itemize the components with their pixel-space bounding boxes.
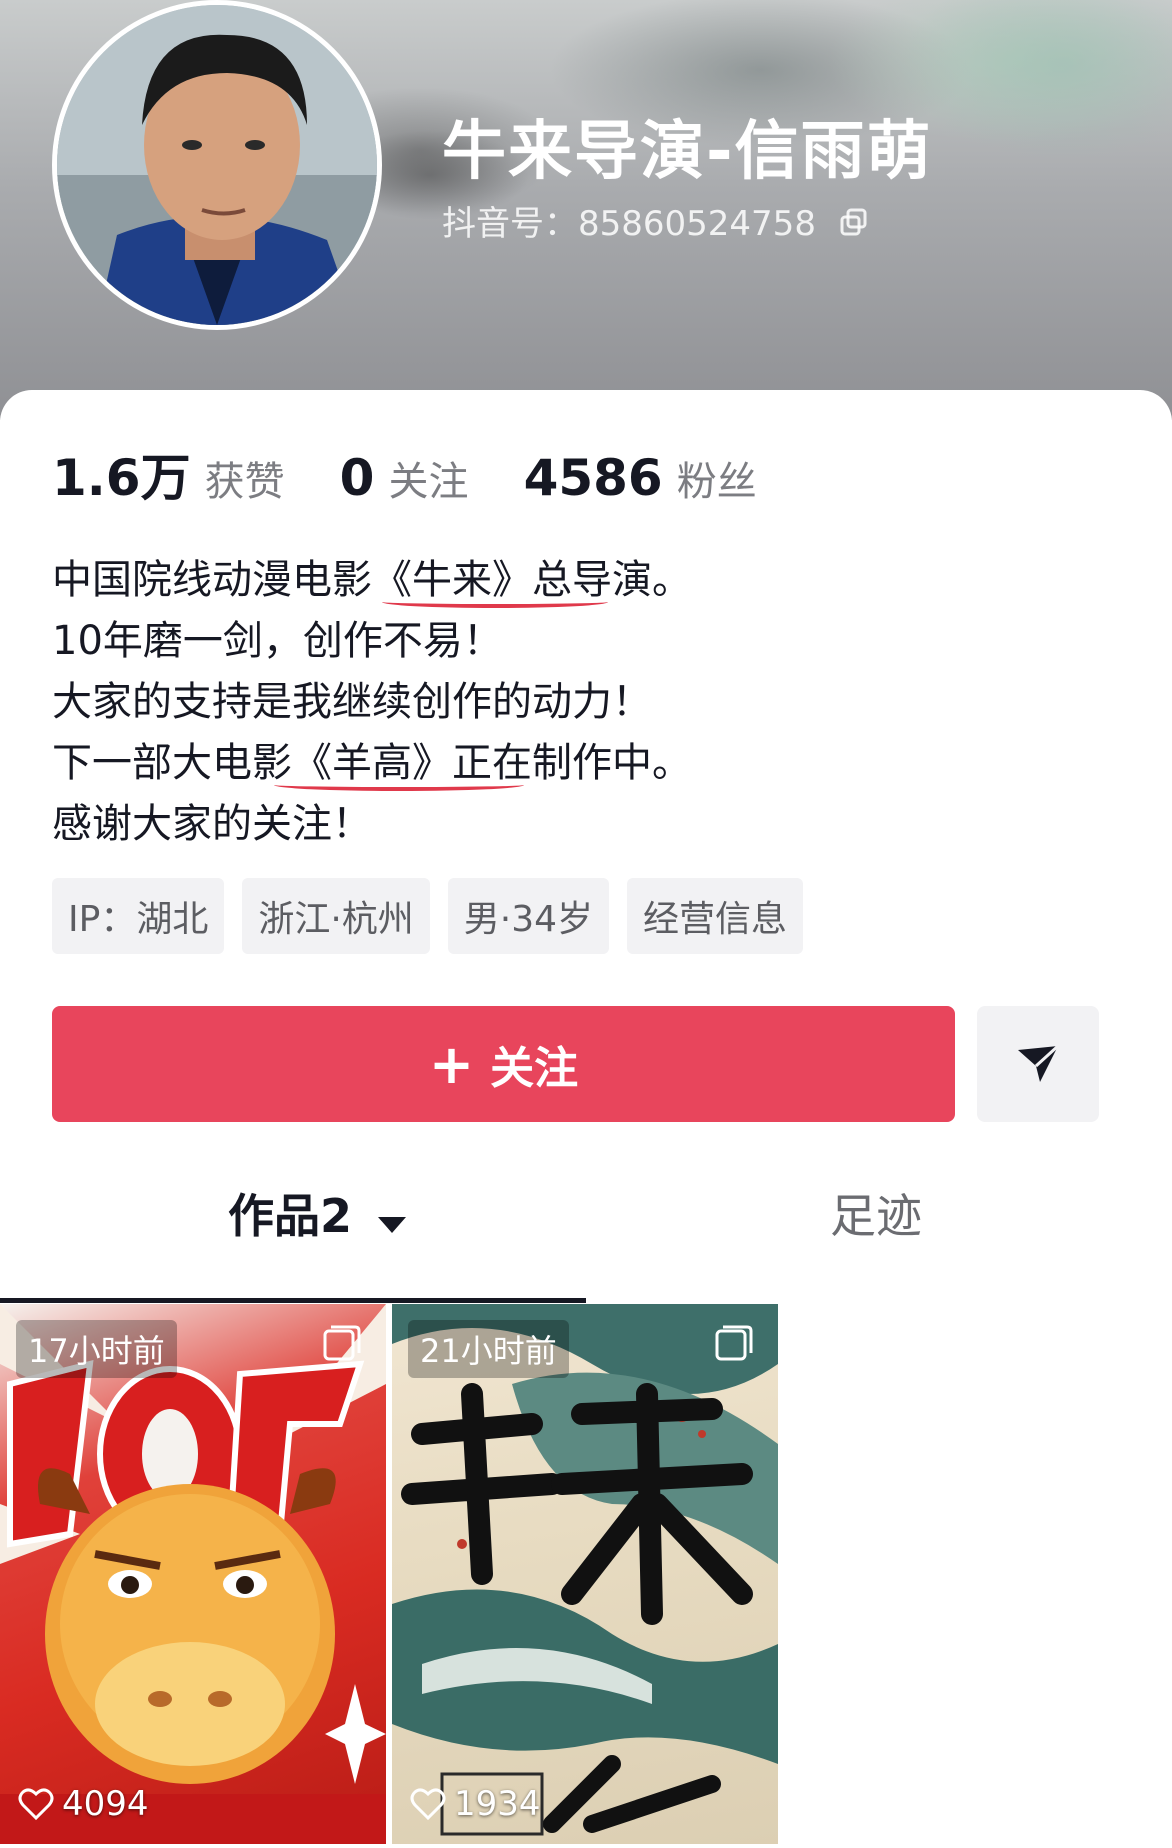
douyin-id-value: 85860524758 <box>578 204 816 244</box>
video-thumbnail[interactable]: 21小时前 1934 <box>392 1304 778 1844</box>
content-tabs: 作品2 足迹 <box>0 1180 1172 1300</box>
stat-following[interactable]: 0 关注 <box>340 449 469 507</box>
follow-button-label: 关注 <box>490 1043 579 1094</box>
profile-tags: IP：湖北 浙江·杭州 男·34岁 经营信息 <box>52 878 821 954</box>
stat-following-value: 0 <box>339 449 375 507</box>
multi-image-icon <box>322 1324 362 1368</box>
tab-works[interactable]: 作品2 <box>228 1180 408 1247</box>
heart-icon <box>18 1788 54 1821</box>
bio-line-text: 大家的支持是我继续创作的动力！ <box>52 679 652 725</box>
video-time-badge: 17小时前 <box>16 1320 177 1378</box>
video-likes-count: 1934 <box>454 1784 541 1824</box>
video-grid: 17小时前 4094 21小时前 1934 <box>0 1304 1172 1844</box>
multi-image-icon <box>714 1324 754 1368</box>
tab-works-label: 作品 <box>228 1189 320 1243</box>
tag-gender-age: 男·34岁 <box>447 878 610 954</box>
video-thumbnail[interactable]: 17小时前 4094 <box>0 1304 386 1844</box>
stat-following-label: 关注 <box>388 459 469 505</box>
stat-followers-label: 粉丝 <box>676 459 757 505</box>
tag-business-info[interactable]: 经营信息 <box>627 878 804 954</box>
video-cover-calligraphy-poster <box>392 1304 778 1836</box>
caret-down-icon <box>376 1193 408 1247</box>
bio-line-text: 10年磨一剑，创作不易！ <box>52 618 503 664</box>
bio-line: 下一部大电影《羊高》正在制作中。 <box>52 733 1112 794</box>
follow-button[interactable]: + 关注 <box>52 1006 955 1122</box>
video-time-badge: 21小时前 <box>408 1320 569 1378</box>
highlight-underline <box>274 779 524 791</box>
douyin-id-label: 抖音号： <box>442 204 578 244</box>
bio-line: 中国院线动漫电影《牛来》总导演。 <box>52 550 1112 611</box>
bio-line: 大家的支持是我继续创作的动力！ <box>52 672 1112 733</box>
video-likes-count: 4094 <box>62 1784 149 1824</box>
profile-bio: 中国院线动漫电影《牛来》总导演。 10年磨一剑，创作不易！ 大家的支持是我继续创… <box>52 550 1112 855</box>
stat-followers-value: 4586 <box>523 449 663 507</box>
bio-line-text: 感谢大家的关注！ <box>52 801 372 847</box>
tag-city[interactable]: 浙江·杭州 <box>242 878 430 954</box>
video-likes: 4094 <box>18 1784 149 1824</box>
send-message-button[interactable] <box>977 1006 1099 1122</box>
stat-likes-value: 1.6万 <box>52 449 191 507</box>
avatar-image <box>57 5 377 325</box>
tag-ip-location: IP：湖北 <box>52 878 225 954</box>
ink-wash-decoration <box>900 0 1172 160</box>
douyin-id: 抖音号：85860524758 <box>442 196 869 246</box>
bio-line: 感谢大家的关注！ <box>52 794 1112 855</box>
paper-plane-icon <box>1018 1044 1060 1082</box>
profile-stats: 1.6万 获赞 0 关注 4586 粉丝 <box>52 438 807 507</box>
highlight-underline <box>382 596 608 608</box>
bio-line: 10年磨一剑，创作不易！ <box>52 611 1112 672</box>
plus-icon: + <box>428 1032 475 1096</box>
profile-name: 牛来导演-信雨萌 <box>442 115 933 189</box>
avatar[interactable] <box>52 0 382 330</box>
video-cover-bull-cartoon <box>0 1304 386 1844</box>
tab-works-count: 2 <box>320 1189 353 1243</box>
video-likes: 1934 <box>410 1784 541 1824</box>
tab-footprints[interactable]: 足迹 <box>830 1180 922 1246</box>
active-tab-indicator <box>0 1298 586 1303</box>
stat-followers[interactable]: 4586 粉丝 <box>524 449 757 507</box>
copy-icon[interactable] <box>839 206 869 246</box>
stat-likes-label: 获赞 <box>204 459 285 505</box>
stat-likes[interactable]: 1.6万 获赞 <box>52 438 285 510</box>
heart-icon <box>410 1788 446 1821</box>
